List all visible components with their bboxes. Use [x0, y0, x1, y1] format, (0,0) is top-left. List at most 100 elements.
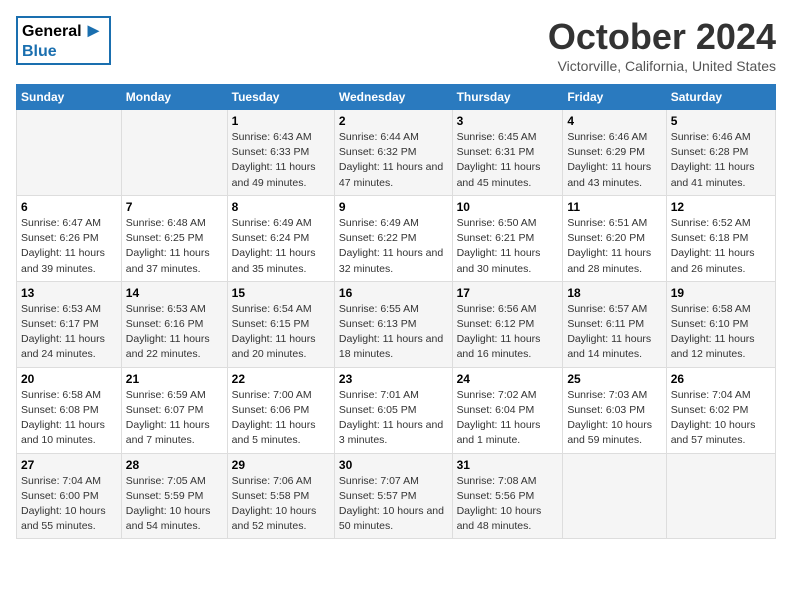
day-number: 25	[567, 372, 661, 386]
calendar-cell: 17Sunrise: 6:56 AM Sunset: 6:12 PM Dayli…	[452, 281, 563, 367]
day-detail: Sunrise: 7:07 AM Sunset: 5:57 PM Dayligh…	[339, 474, 448, 535]
calendar-cell: 6 Sunrise: 6:47 AM Sunset: 6:26 PM Daylig…	[17, 195, 122, 281]
header-tuesday: Tuesday	[227, 85, 334, 110]
calendar-cell: 12Sunrise: 6:52 AM Sunset: 6:18 PM Dayli…	[666, 195, 775, 281]
day-number: 31	[457, 458, 559, 472]
calendar-cell: 23 Sunrise: 7:01 AM Sunset: 6:05 PM Dayli…	[334, 367, 452, 453]
day-detail: Sunrise: 6:53 AM Sunset: 6:16 PM Dayligh…	[126, 302, 223, 363]
day-number: 11	[567, 200, 661, 214]
header-monday: Monday	[121, 85, 227, 110]
calendar-week-row: 1Sunrise: 6:43 AM Sunset: 6:33 PM Daylig…	[17, 110, 776, 196]
day-detail: Sunrise: 6:49 AM Sunset: 6:24 PM Dayligh…	[232, 216, 330, 277]
day-number: 8	[232, 200, 330, 214]
day-number: 13	[21, 286, 117, 300]
calendar-cell: 20Sunrise: 6:58 AM Sunset: 6:08 PM Dayli…	[17, 367, 122, 453]
calendar-week-row: 20Sunrise: 6:58 AM Sunset: 6:08 PM Dayli…	[17, 367, 776, 453]
day-number: 30	[339, 458, 448, 472]
day-detail: Sunrise: 6:45 AM Sunset: 6:31 PM Dayligh…	[457, 130, 559, 191]
day-detail: Sunrise: 7:04 AM Sunset: 6:00 PM Dayligh…	[21, 474, 117, 535]
day-detail: Sunrise: 7:05 AM Sunset: 5:59 PM Dayligh…	[126, 474, 223, 535]
day-number: 2	[339, 114, 448, 128]
calendar-cell: 25 Sunrise: 7:03 AM Sunset: 6:03 PM Dayli…	[563, 367, 666, 453]
day-detail: Sunrise: 6:47 AM Sunset: 6:26 PM Dayligh…	[21, 216, 117, 277]
location-text: Victorville, California, United States	[548, 58, 776, 74]
day-number: 6	[21, 200, 117, 214]
calendar-cell: 9 Sunrise: 6:49 AM Sunset: 6:22 PM Daylig…	[334, 195, 452, 281]
logo: General ► Blue	[16, 16, 111, 67]
calendar-cell: 1Sunrise: 6:43 AM Sunset: 6:33 PM Daylig…	[227, 110, 334, 196]
calendar-cell: 30 Sunrise: 7:07 AM Sunset: 5:57 PM Dayli…	[334, 453, 452, 539]
day-detail: Sunrise: 7:01 AM Sunset: 6:05 PM Dayligh…	[339, 388, 448, 449]
calendar-cell: 18 Sunrise: 6:57 AM Sunset: 6:11 PM Dayli…	[563, 281, 666, 367]
day-detail: Sunrise: 6:50 AM Sunset: 6:21 PM Dayligh…	[457, 216, 559, 277]
calendar-cell: 27 Sunrise: 7:04 AM Sunset: 6:00 PM Dayli…	[17, 453, 122, 539]
day-detail: Sunrise: 6:48 AM Sunset: 6:25 PM Dayligh…	[126, 216, 223, 277]
day-number: 24	[457, 372, 559, 386]
logo-blue-text: Blue	[22, 43, 57, 60]
day-number: 9	[339, 200, 448, 214]
calendar-cell: 3Sunrise: 6:45 AM Sunset: 6:31 PM Daylig…	[452, 110, 563, 196]
day-number: 19	[671, 286, 771, 300]
day-number: 15	[232, 286, 330, 300]
day-number: 14	[126, 286, 223, 300]
day-detail: Sunrise: 7:03 AM Sunset: 6:03 PM Dayligh…	[567, 388, 661, 449]
calendar-cell: 4Sunrise: 6:46 AM Sunset: 6:29 PM Daylig…	[563, 110, 666, 196]
day-detail: Sunrise: 6:57 AM Sunset: 6:11 PM Dayligh…	[567, 302, 661, 363]
day-number: 20	[21, 372, 117, 386]
day-detail: Sunrise: 7:00 AM Sunset: 6:06 PM Dayligh…	[232, 388, 330, 449]
calendar-cell: 16Sunrise: 6:55 AM Sunset: 6:13 PM Dayli…	[334, 281, 452, 367]
day-detail: Sunrise: 6:46 AM Sunset: 6:29 PM Dayligh…	[567, 130, 661, 191]
calendar-cell	[666, 453, 775, 539]
calendar-cell	[17, 110, 122, 196]
header-sunday: Sunday	[17, 85, 122, 110]
day-detail: Sunrise: 7:08 AM Sunset: 5:56 PM Dayligh…	[457, 474, 559, 535]
day-number: 23	[339, 372, 448, 386]
day-number: 27	[21, 458, 117, 472]
calendar-cell: 14 Sunrise: 6:53 AM Sunset: 6:16 PM Dayli…	[121, 281, 227, 367]
calendar-cell: 2 Sunrise: 6:44 AM Sunset: 6:32 PM Daylig…	[334, 110, 452, 196]
calendar-cell: 5Sunrise: 6:46 AM Sunset: 6:28 PM Daylig…	[666, 110, 775, 196]
day-detail: Sunrise: 7:02 AM Sunset: 6:04 PM Dayligh…	[457, 388, 559, 449]
calendar-cell: 11 Sunrise: 6:51 AM Sunset: 6:20 PM Dayli…	[563, 195, 666, 281]
day-number: 29	[232, 458, 330, 472]
day-detail: Sunrise: 6:44 AM Sunset: 6:32 PM Dayligh…	[339, 130, 448, 191]
day-detail: Sunrise: 7:06 AM Sunset: 5:58 PM Dayligh…	[232, 474, 330, 535]
day-number: 26	[671, 372, 771, 386]
day-detail: Sunrise: 6:54 AM Sunset: 6:15 PM Dayligh…	[232, 302, 330, 363]
page-header: General ► Blue October 2024 Victorville,…	[16, 16, 776, 74]
calendar-cell: 28 Sunrise: 7:05 AM Sunset: 5:59 PM Dayli…	[121, 453, 227, 539]
calendar-cell: 29 Sunrise: 7:06 AM Sunset: 5:58 PM Dayli…	[227, 453, 334, 539]
calendar-week-row: 13 Sunrise: 6:53 AM Sunset: 6:17 PM Dayli…	[17, 281, 776, 367]
day-number: 16	[339, 286, 448, 300]
day-number: 28	[126, 458, 223, 472]
logo-general-text: General	[22, 23, 82, 41]
day-detail: Sunrise: 6:53 AM Sunset: 6:17 PM Dayligh…	[21, 302, 117, 363]
day-detail: Sunrise: 6:49 AM Sunset: 6:22 PM Dayligh…	[339, 216, 448, 277]
calendar-cell: 26Sunrise: 7:04 AM Sunset: 6:02 PM Dayli…	[666, 367, 775, 453]
calendar-cell	[121, 110, 227, 196]
day-detail: Sunrise: 6:59 AM Sunset: 6:07 PM Dayligh…	[126, 388, 223, 449]
day-detail: Sunrise: 6:51 AM Sunset: 6:20 PM Dayligh…	[567, 216, 661, 277]
calendar-cell: 24 Sunrise: 7:02 AM Sunset: 6:04 PM Dayli…	[452, 367, 563, 453]
calendar-cell: 13 Sunrise: 6:53 AM Sunset: 6:17 PM Dayli…	[17, 281, 122, 367]
day-number: 17	[457, 286, 559, 300]
calendar-cell: 22 Sunrise: 7:00 AM Sunset: 6:06 PM Dayli…	[227, 367, 334, 453]
title-block: October 2024 Victorville, California, Un…	[548, 16, 776, 74]
day-number: 10	[457, 200, 559, 214]
day-detail: Sunrise: 6:46 AM Sunset: 6:28 PM Dayligh…	[671, 130, 771, 191]
calendar-table: Sunday Monday Tuesday Wednesday Thursday…	[16, 84, 776, 539]
day-detail: Sunrise: 6:52 AM Sunset: 6:18 PM Dayligh…	[671, 216, 771, 277]
calendar-cell: 21Sunrise: 6:59 AM Sunset: 6:07 PM Dayli…	[121, 367, 227, 453]
header-wednesday: Wednesday	[334, 85, 452, 110]
day-detail: Sunrise: 6:58 AM Sunset: 6:10 PM Dayligh…	[671, 302, 771, 363]
calendar-week-row: 27 Sunrise: 7:04 AM Sunset: 6:00 PM Dayli…	[17, 453, 776, 539]
calendar-cell: 10 Sunrise: 6:50 AM Sunset: 6:21 PM Dayli…	[452, 195, 563, 281]
calendar-cell: 31 Sunrise: 7:08 AM Sunset: 5:56 PM Dayli…	[452, 453, 563, 539]
calendar-cell	[563, 453, 666, 539]
day-number: 22	[232, 372, 330, 386]
day-number: 1	[232, 114, 330, 128]
day-number: 18	[567, 286, 661, 300]
calendar-week-row: 6 Sunrise: 6:47 AM Sunset: 6:26 PM Daylig…	[17, 195, 776, 281]
calendar-cell: 7Sunrise: 6:48 AM Sunset: 6:25 PM Daylig…	[121, 195, 227, 281]
calendar-cell: 19 Sunrise: 6:58 AM Sunset: 6:10 PM Dayli…	[666, 281, 775, 367]
